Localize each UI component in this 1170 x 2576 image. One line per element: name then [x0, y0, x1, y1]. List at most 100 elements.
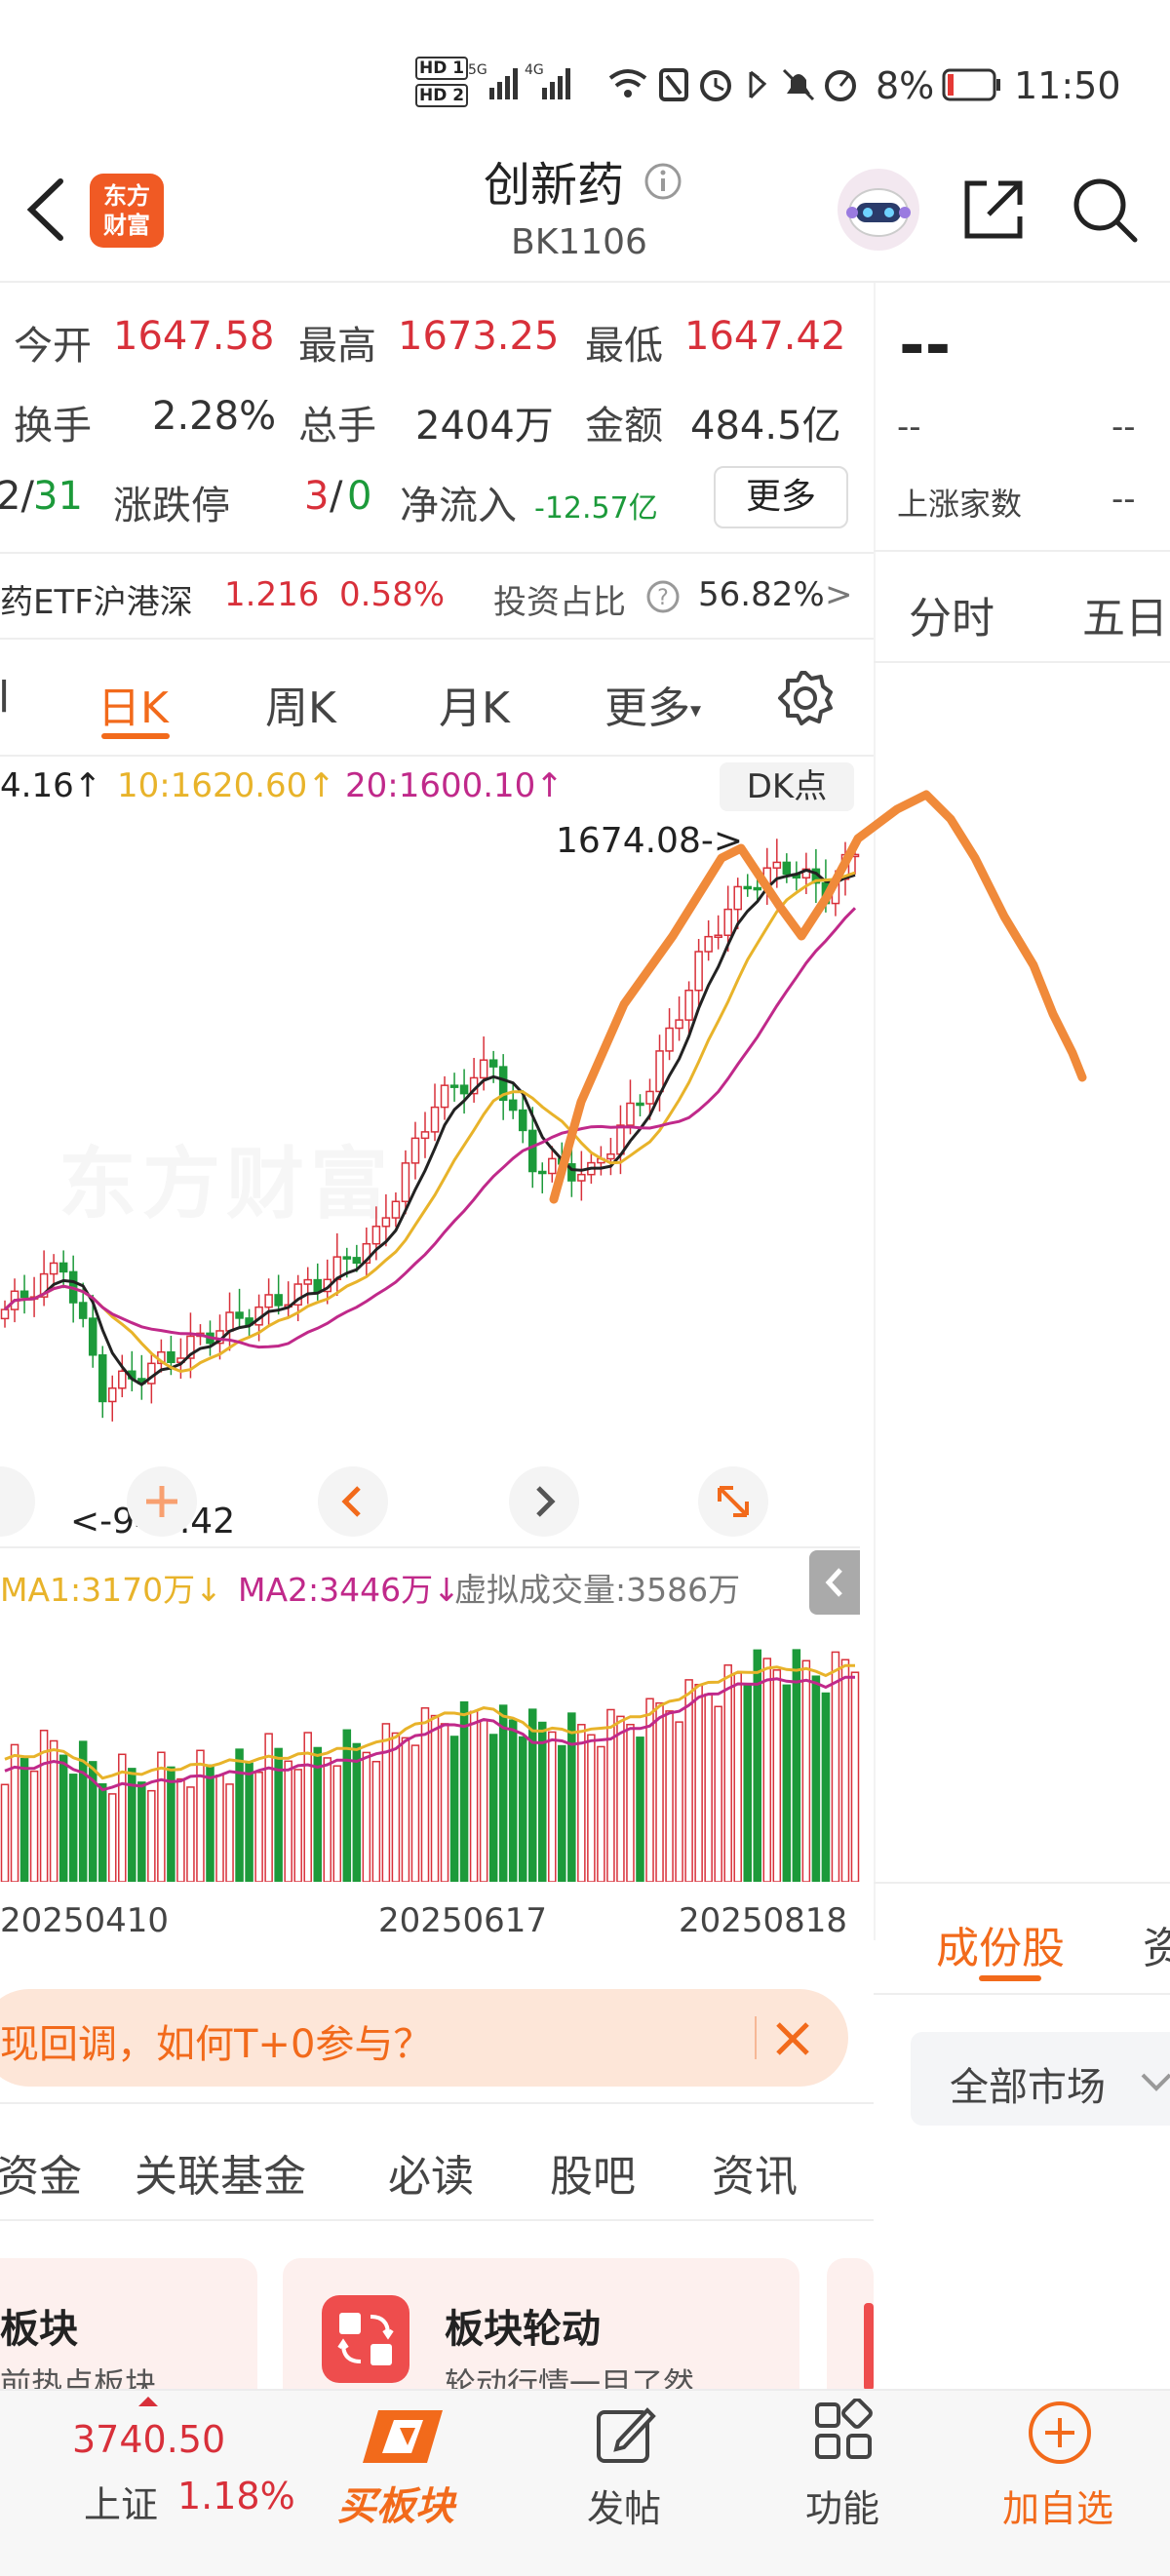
- right-divider2: [874, 661, 1170, 663]
- candle-body: [352, 1257, 362, 1265]
- market-select[interactable]: 全部市场: [911, 2032, 1170, 2126]
- tab-wuri[interactable]: 五日: [1082, 583, 1168, 645]
- vol-ma1-legend: MA1:3170万↓: [0, 1571, 222, 1609]
- settings-gear-icon[interactable]: [776, 669, 835, 727]
- volume-bar: [381, 1723, 391, 1882]
- date-label-1: 20250410: [0, 1901, 170, 1940]
- candle-body: [420, 1131, 430, 1140]
- candle-body: [782, 861, 792, 876]
- scroll-right-button[interactable]: [509, 1466, 579, 1537]
- volume-bar: [733, 1672, 742, 1882]
- candle-body: [821, 881, 831, 905]
- index-value[interactable]: 3740.50: [72, 2418, 225, 2461]
- buy-sector-label[interactable]: 买板块: [337, 2475, 454, 2531]
- low-label: 最低: [585, 324, 663, 369]
- candle-body: [684, 989, 693, 1021]
- robot-avatar-icon[interactable]: [835, 166, 922, 254]
- tab-components-underline: [979, 1975, 1041, 1981]
- search-icon[interactable]: [1069, 174, 1141, 246]
- volume-bar: [449, 1736, 459, 1882]
- volume-bar: [469, 1710, 479, 1882]
- subtab-fund[interactable]: 资金: [0, 2141, 82, 2204]
- tab-partial-right[interactable]: 资: [1143, 1913, 1170, 1975]
- volume-chart[interactable]: [0, 1619, 860, 1882]
- candle-body: [772, 861, 782, 869]
- signal2-label: 4G: [525, 62, 544, 78]
- candle-body: [410, 1137, 420, 1164]
- back-icon[interactable]: [23, 176, 66, 244]
- share-icon[interactable]: [959, 176, 1028, 244]
- candle-body: [78, 1302, 88, 1319]
- ma5-legend: 4.16↑: [0, 766, 102, 805]
- subtab-must-read[interactable]: 必读: [388, 2141, 474, 2204]
- info-icon[interactable]: [644, 162, 682, 201]
- max-price-label: 1674.08->: [556, 821, 744, 861]
- plus-icon: [146, 1486, 177, 1517]
- buy-sector-icon[interactable]: [355, 2402, 452, 2471]
- candle-body: [381, 1217, 391, 1228]
- app-logo-line1: 东方: [103, 182, 150, 210]
- market-select-label: 全部市场: [950, 2065, 1106, 2110]
- close-icon[interactable]: [770, 2016, 815, 2061]
- function-grid-icon[interactable]: [811, 2399, 876, 2463]
- function-label[interactable]: 功能: [801, 2478, 883, 2532]
- candle-body: [118, 1370, 127, 1389]
- tab-components[interactable]: 成份股: [936, 1913, 1065, 1975]
- help-icon[interactable]: ?: [645, 579, 681, 614]
- candle-body: [391, 1200, 401, 1219]
- volume-bar: [196, 1749, 205, 1882]
- volume-bar: [410, 1744, 420, 1882]
- add-watchlist-icon[interactable]: [1026, 2399, 1094, 2467]
- svg-text:?: ?: [657, 586, 669, 610]
- rise-count-value: --: [1112, 480, 1136, 519]
- scroll-left-button[interactable]: [318, 1466, 388, 1537]
- updown-down-count: 31: [33, 474, 83, 519]
- updown-prefix: 2/: [0, 474, 34, 519]
- candle-body: [108, 1386, 117, 1403]
- volume-bar: [488, 1734, 498, 1882]
- candle-body: [264, 1294, 273, 1308]
- zoom-in-button[interactable]: [127, 1466, 197, 1537]
- header-divider: [0, 281, 1170, 283]
- candle-body: [167, 1350, 176, 1363]
- post-label[interactable]: 发帖: [583, 2478, 665, 2532]
- tab-fenshi[interactable]: 分时: [909, 583, 994, 645]
- volume-bar: [98, 1782, 107, 1882]
- index-name: 上证: [84, 2483, 159, 2526]
- invest-ratio-value: 56.82%: [698, 575, 825, 614]
- tab-week-k[interactable]: 周K: [265, 673, 336, 735]
- tab-day-k[interactable]: 日K: [98, 673, 169, 735]
- signal1-label: 5G: [468, 62, 488, 78]
- tab-partial[interactable]: l: [0, 673, 10, 722]
- tab-month-k[interactable]: 月K: [439, 673, 510, 735]
- etf-name[interactable]: 药ETF沪港深: [0, 575, 193, 623]
- kline-chart[interactable]: [0, 815, 860, 1546]
- subtab-news[interactable]: 资讯: [712, 2141, 798, 2204]
- more-button[interactable]: 更多: [714, 466, 848, 528]
- index-dash1: --: [897, 408, 921, 447]
- subtab-forum[interactable]: 股吧: [550, 2141, 636, 2204]
- subtab-related-fund[interactable]: 关联基金: [135, 2141, 306, 2204]
- invest-ratio-arrow[interactable]: >: [825, 575, 853, 614]
- volume-bar: [587, 1734, 596, 1882]
- chevron-right-icon: [536, 1486, 556, 1517]
- volume-bar: [225, 1783, 234, 1882]
- candle-body: [508, 1099, 518, 1112]
- fullscreen-button[interactable]: [698, 1466, 768, 1537]
- volume-bar: [527, 1708, 537, 1882]
- invest-ratio-label: 投资占比: [493, 583, 626, 622]
- volume-bar: [616, 1715, 625, 1882]
- dk-button[interactable]: DK点: [720, 762, 854, 811]
- volume-label: 总手: [298, 404, 376, 449]
- add-watchlist-label[interactable]: 加自选: [1002, 2478, 1113, 2532]
- candle-body: [98, 1354, 107, 1403]
- volume-bar: [665, 1710, 674, 1882]
- collapse-button[interactable]: [809, 1550, 860, 1615]
- volume-bar: [636, 1737, 644, 1882]
- quote-divider: [0, 552, 874, 554]
- candle-body: [49, 1262, 58, 1275]
- promo-banner[interactable]: 现回调，如何T+0参与？: [0, 1989, 848, 2087]
- post-edit-icon[interactable]: [593, 2402, 657, 2467]
- tab-more[interactable]: 更多▾: [604, 673, 701, 735]
- turnover-value: 2.28%: [152, 394, 277, 439]
